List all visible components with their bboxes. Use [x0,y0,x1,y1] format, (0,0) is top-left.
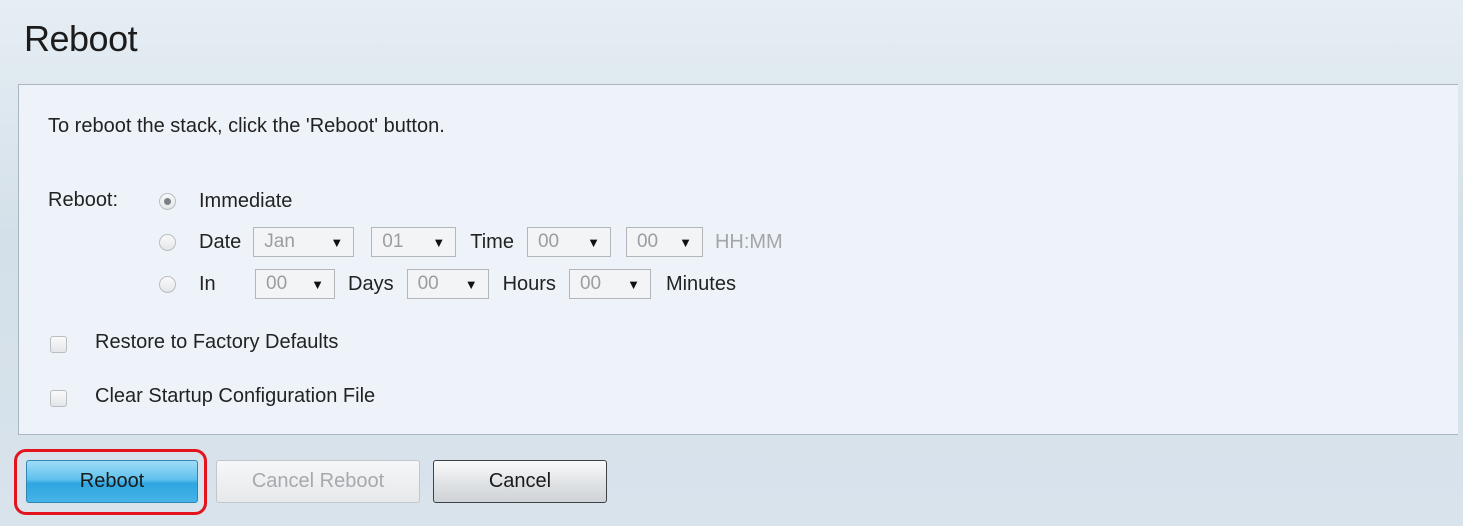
time-minute-value: 00 [636,231,659,252]
in-days-select[interactable]: 00 ▼ [255,269,335,299]
option-date-row: Date Jan ▼ 01 ▼ Time 00 ▼ 00 ▼ HH:MM [159,227,783,257]
cancel-reboot-button[interactable]: Cancel Reboot [216,460,420,503]
time-hour-select[interactable]: 00 ▼ [526,227,611,257]
clear-startup-config-checkbox[interactable] [50,390,67,407]
restore-factory-defaults-checkbox[interactable] [50,336,67,353]
time-format-hint: HH:MM [714,230,783,253]
page-title: Reboot [24,18,138,59]
in-minutes-value: 00 [579,273,602,294]
minutes-label: Minutes [665,272,736,295]
in-label: In [199,272,216,295]
time-minute-select[interactable]: 00 ▼ [625,227,703,257]
restore-factory-defaults-label: Restore to Factory Defaults [95,331,339,353]
immediate-label: Immediate [199,189,293,212]
chevron-down-icon: ▼ [311,276,324,292]
time-hour-value: 00 [537,231,560,252]
option-in-row: In 00 ▼ Days 00 ▼ Hours 00 ▼ Minutes [159,269,736,299]
option-immediate-row: Immediate [159,186,292,216]
date-label: Date [199,230,242,253]
reboot-settings-panel: To reboot the stack, click the 'Reboot' … [18,84,1458,435]
date-day-value: 01 [382,231,404,252]
date-radio[interactable] [159,233,176,251]
clear-startup-config-label: Clear Startup Configuration File [95,385,376,407]
reboot-button[interactable]: Reboot [26,460,198,503]
in-days-value: 00 [266,273,288,294]
date-day-select[interactable]: 01 ▼ [371,227,457,257]
chevron-down-icon: ▼ [679,234,692,250]
chevron-down-icon: ▼ [330,234,344,250]
hours-label: Hours [502,272,556,295]
chevron-down-icon: ▼ [464,276,478,292]
time-label: Time [470,230,514,253]
date-month-select[interactable]: Jan ▼ [253,227,355,257]
in-radio[interactable] [159,275,176,293]
instructions-text: To reboot the stack, click the 'Reboot' … [48,115,445,137]
days-label: Days [348,272,394,295]
chevron-down-icon: ▼ [432,234,446,250]
in-hours-select[interactable]: 00 ▼ [406,269,489,299]
date-month-value: Jan [264,231,295,252]
in-minutes-select[interactable]: 00 ▼ [568,269,651,299]
immediate-radio[interactable] [159,192,176,210]
cancel-button[interactable]: Cancel [433,460,607,503]
chevron-down-icon: ▼ [587,234,600,250]
in-hours-value: 00 [417,273,439,294]
chevron-down-icon: ▼ [627,276,640,292]
reboot-mode-label: Reboot: [48,189,119,211]
